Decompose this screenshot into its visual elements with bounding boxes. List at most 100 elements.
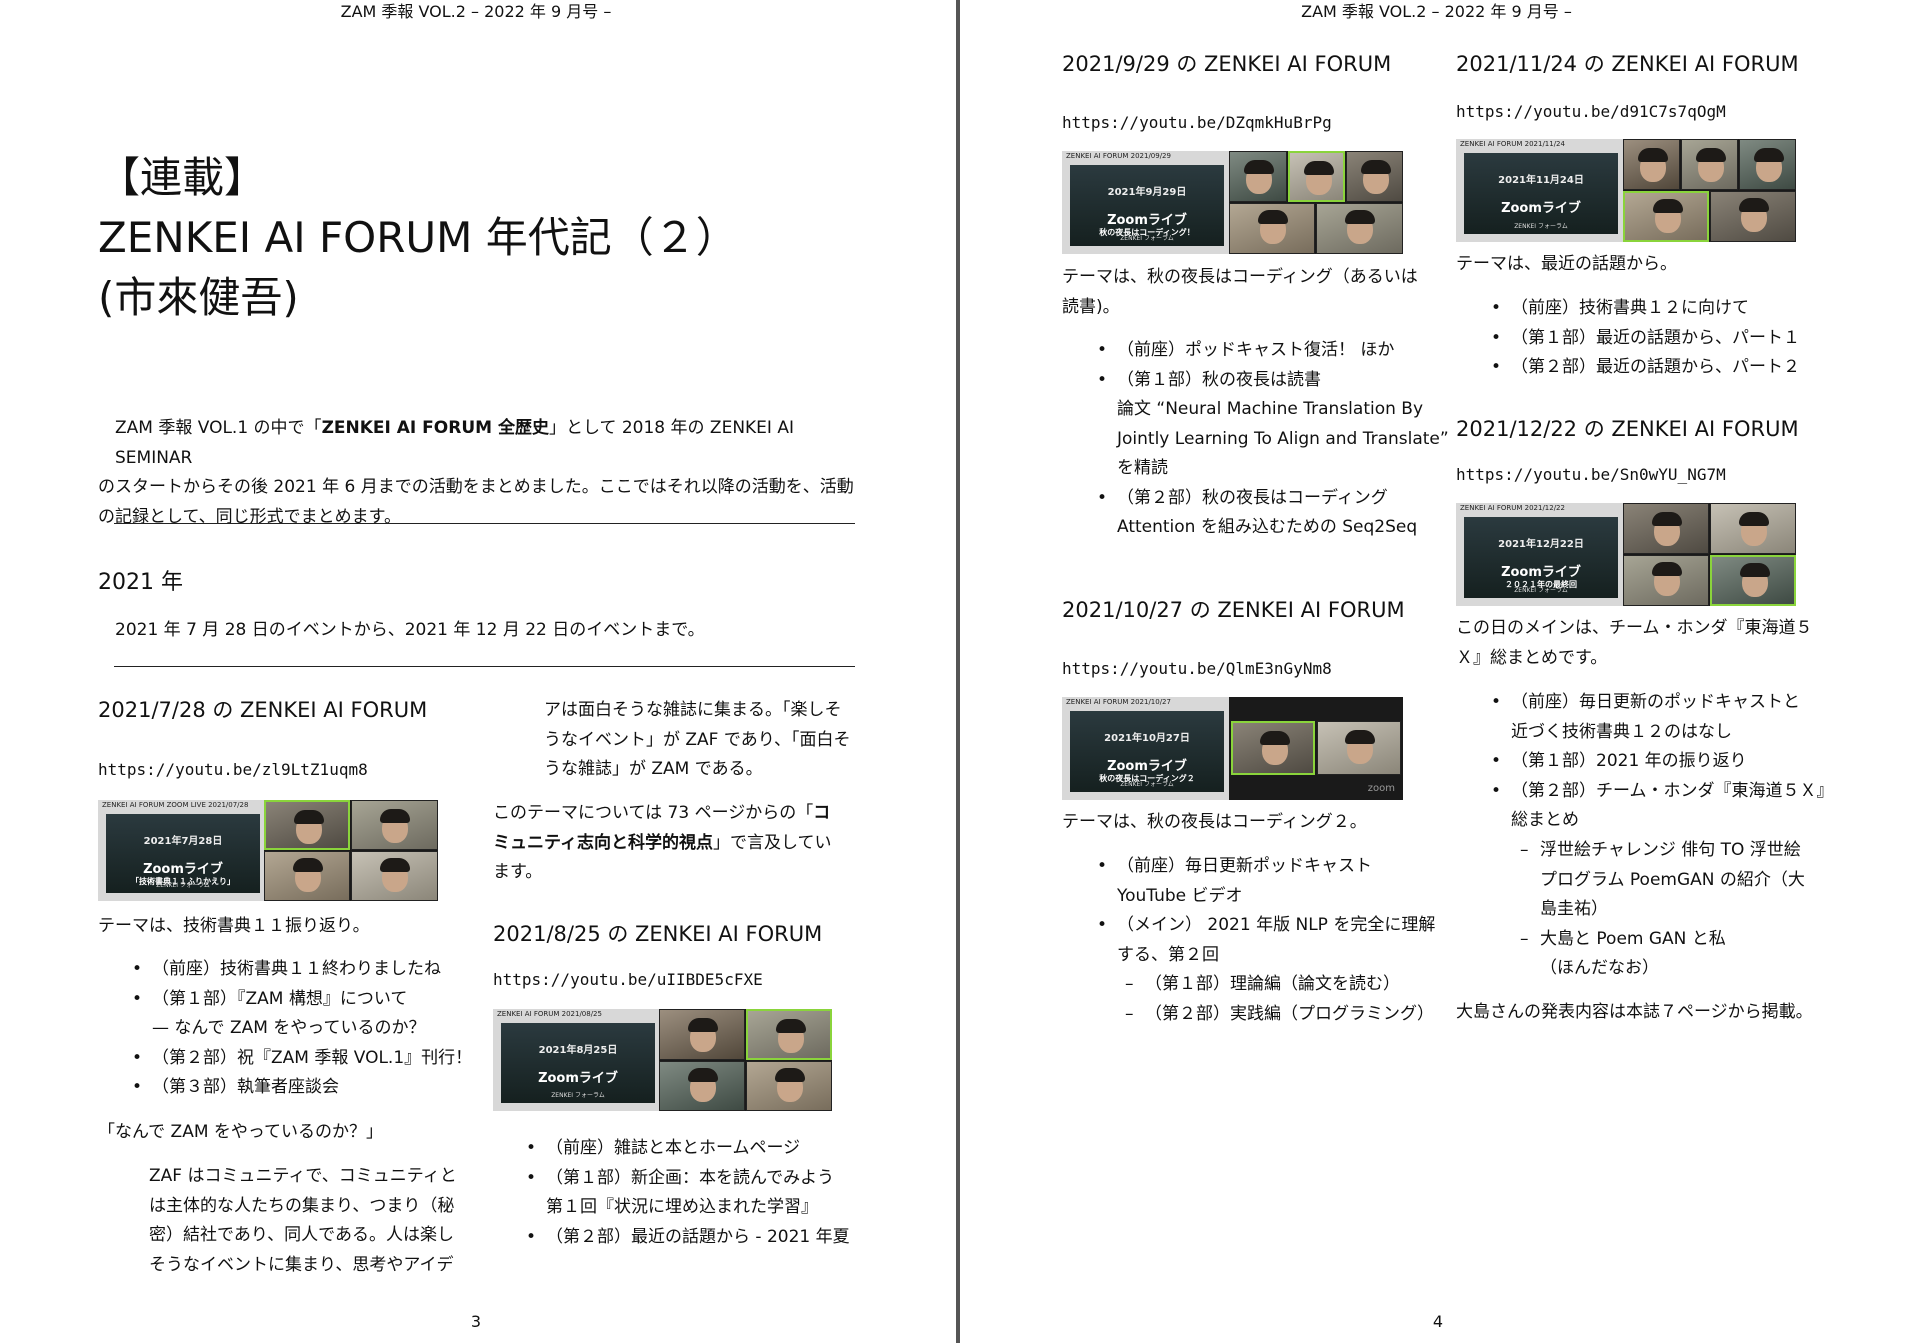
divider xyxy=(114,666,855,667)
participant-tile xyxy=(746,1061,832,1111)
zoom-gallery xyxy=(1623,139,1796,242)
participant-tile xyxy=(1623,555,1709,606)
participant-tile xyxy=(351,800,438,850)
participant-tile xyxy=(1288,151,1345,202)
quote-body: ZAF はコミュニティで、コミュニティと は主体的な人たちの集まり、つまり（秘 … xyxy=(149,1166,457,1275)
agenda-item: （第１部）2021 年の振り返り xyxy=(1491,747,1834,777)
agenda-item: （第２部）秋の夜長はコーディング xyxy=(1097,484,1449,514)
event-theme-20211124: テーマは、最近の話題から。 xyxy=(1456,254,1677,274)
agenda-item-cont: — なんで ZAM をやっているのか？ xyxy=(152,1018,426,1038)
title-series: 【連載】 xyxy=(98,153,267,202)
agenda-item: （第１部）『ZAM 構想』について xyxy=(132,985,472,1015)
event-url-20211222[interactable]: https://youtu.be/Sn0wYU_NG7M xyxy=(1456,465,1726,484)
title-slide: 2021年8月25日 Zoomライブ ZENKEI フォーラム xyxy=(501,1023,655,1103)
event-url-20210929[interactable]: https://youtu.be/DZqmkHuBrPg xyxy=(1062,113,1332,132)
event-url-20210825[interactable]: https://youtu.be/uIIBDE5cFXE xyxy=(493,970,763,989)
agenda-item-cont: 論文 “Neural Machine Translation By xyxy=(1117,399,1424,419)
running-header: ZAM 季報 VOL.2 – 2022 年 9 月号 – xyxy=(340,2,612,21)
agenda-list-20210825: （前座）雑誌と本とホームページ （第１部）新企画：本を読んでみよう 第１回『状況… xyxy=(526,1134,850,1252)
participant-tile xyxy=(1623,139,1680,190)
participant-tile xyxy=(1231,721,1315,775)
page-number: 3 xyxy=(470,1312,482,1331)
agenda-item-cont: 総まとめ xyxy=(1511,810,1579,830)
video-thumbnail-20211124[interactable]: ZENKEI AI FORUM 2021/11/24 2021年11月24日 Z… xyxy=(1456,139,1796,242)
agenda-sublist-20211027: （第１部）理論編（論文を読む） （第２部）実践編（プログラミング） xyxy=(1125,970,1434,1029)
participant-tile xyxy=(1623,503,1709,554)
agenda-list-20211222: （前座）毎日更新のポッドキャストと 近づく技術書典１２のはなし （第１部）202… xyxy=(1491,688,1834,836)
running-header: ZAM 季報 VOL.2 – 2022 年 9 月号 – xyxy=(1301,2,1572,21)
video-thumbnail-20210929[interactable]: ZENKEI AI FORUM 2021/09/29 2021年9月29日 Zo… xyxy=(1062,151,1403,254)
agenda-list-20211124: （前座）技術書典１２に向けて （第１部）最近の話題から、パート１ （第２部）最近… xyxy=(1491,294,1800,383)
event-heading-20211027: 2021/10/27 の ZENKEI AI FORUM xyxy=(1062,598,1405,622)
title-slide: 2021年9月29日 Zoomライブ 秋の夜長はコーディング！ ZENKEI フ… xyxy=(1070,165,1224,246)
page-gutter xyxy=(952,0,964,1343)
agenda-item: （前座）ポッドキャスト復活！ ほか xyxy=(1097,336,1449,366)
video-thumbnail-20211222[interactable]: ZENKEI AI FORUM 2021/12/22 2021年12月22日 Z… xyxy=(1456,503,1796,606)
video-thumbnail-20210825[interactable]: ZENKEI AI FORUM 2021/08/25 2021年8月25日 Zo… xyxy=(493,1009,832,1111)
year-description: 2021 年 7 月 28 日のイベントから、2021 年 12 月 22 日の… xyxy=(115,620,705,640)
page-3: ZAM 季報 VOL.2 – 2022 年 9 月号 – 【連載】 ZENKEI… xyxy=(0,0,952,1343)
quote-body-continued: アは面白そうな雑誌に集まる。「楽しそ うなイベント」が ZAF であり、「面白そ… xyxy=(544,700,851,779)
zoom-gallery xyxy=(1229,151,1403,254)
event-heading-20211124: 2021/11/24 の ZENKEI AI FORUM xyxy=(1456,52,1799,76)
agenda-subitem: 大島と Poem GAN と私 xyxy=(1520,925,1805,955)
agenda-list-20211027: （前座）毎日更新ポッドキャスト YouTube ビデオ （メイン） 2021 年… xyxy=(1097,852,1435,970)
participant-tile xyxy=(1317,721,1401,775)
event-url-20210728[interactable]: https://youtu.be/zl9LtZ1uqm8 xyxy=(98,760,368,779)
agenda-list-20210929: （前座）ポッドキャスト復活！ ほか （第１部）秋の夜長は読書 論文 “Neura… xyxy=(1097,336,1449,543)
agenda-item-cont: 第１回『状況に埋め込まれた学習』 xyxy=(546,1197,818,1217)
event-url-20211027[interactable]: https://youtu.be/QlmE3nGyNm8 xyxy=(1062,659,1332,678)
event-theme-20211222: この日のメインは、チーム・ホンダ『東海道５ Ｘ』総まとめです。 xyxy=(1456,618,1813,668)
event-theme-20210929: テーマは、秋の夜長はコーディング（あるいは 読書)。 xyxy=(1062,267,1418,317)
agenda-item: （前座）技術書典１１終わりましたね xyxy=(132,955,472,985)
participant-tile xyxy=(1681,139,1738,190)
agenda-item-cont: 近づく技術書典１２のはなし xyxy=(1511,721,1732,742)
participant-tile xyxy=(264,800,350,850)
title-slide: 2021年7月28日 Zoomライブ 「技術書典１１ふりかえり」 ZENKEI … xyxy=(106,814,260,893)
article-title: 【連載】 ZENKEI AI FORUM 年代記（２） (市來健吾) xyxy=(98,148,738,328)
agenda-item-cont: を精読 xyxy=(1117,458,1168,478)
year-heading: 2021 年 xyxy=(98,570,183,595)
agenda-item: （メイン） 2021 年版 NLP を完全に理解 xyxy=(1097,911,1435,941)
participant-tile xyxy=(1229,203,1315,254)
page-4: ZAM 季報 VOL.2 – 2022 年 9 月号 – 2021/9/29 の… xyxy=(964,0,1909,1343)
agenda-item: （第２部）祝『ZAM 季報 VOL.1』刊行！ xyxy=(132,1044,472,1074)
zoom-gallery xyxy=(1623,503,1796,606)
title-main: ZENKEI AI FORUM 年代記（２） xyxy=(98,213,738,262)
participant-tile xyxy=(351,851,438,901)
agenda-subitem-cont: 島圭祐） xyxy=(1540,899,1608,919)
video-thumbnail-20210728[interactable]: ZENKEI AI FORUM ZOOM LIVE 2021/07/28 202… xyxy=(98,800,438,901)
agenda-item: （第２部）最近の話題から、パート２ xyxy=(1491,353,1800,383)
agenda-item-cont: する、第２回 xyxy=(1117,944,1219,965)
participant-tile xyxy=(659,1061,745,1111)
event-heading-20210825: 2021/8/25 の ZENKEI AI FORUM xyxy=(493,922,823,946)
agenda-item-cont: Jointly Learning To Align and Translate” xyxy=(1117,428,1449,449)
participant-tile xyxy=(1710,555,1796,606)
agenda-item: （第３部）執筆者座談会 xyxy=(132,1073,472,1103)
agenda-item: （第１部）秋の夜長は読書 xyxy=(1097,366,1449,396)
event-heading-20210728: 2021/7/28 の ZENKEI AI FORUM xyxy=(98,698,428,722)
quote-heading: 「なんで ZAM をやっているのか？」 xyxy=(98,1122,384,1142)
agenda-item: （第１部）新企画：本を読んでみよう xyxy=(526,1164,850,1194)
event-url-20211124[interactable]: https://youtu.be/d91C7s7qOgM xyxy=(1456,102,1726,121)
event-heading-20210929: 2021/9/29 の ZENKEI AI FORUM xyxy=(1062,52,1392,76)
participant-tile xyxy=(1346,151,1403,202)
reference-paragraph: このテーマについては 73 ページからの「コ ミュニティ志向と科学的視点」で言及… xyxy=(493,803,832,882)
participant-tile xyxy=(1316,203,1403,254)
title-author: (市來健吾) xyxy=(98,273,299,322)
agenda-sublist-20211222: 浮世絵チャレンジ 俳句 TO 浮世絵 プログラム PoemGAN の紹介（大 島… xyxy=(1520,836,1805,984)
participant-tile xyxy=(1710,503,1796,554)
intro-paragraph: ZAM 季報 VOL.1 の中で「ZENKEI AI FORUM 全歴史」として… xyxy=(98,418,854,527)
agenda-item: （第２部）チーム・ホンダ『東海道５Ｘ』 xyxy=(1491,777,1834,807)
participant-tile xyxy=(1623,191,1709,242)
agenda-item: （前座）技術書典１２に向けて xyxy=(1491,294,1800,324)
intro-bold: ZENKEI AI FORUM 全歴史 xyxy=(321,418,549,438)
agenda-subitem: （第１部）理論編（論文を読む） xyxy=(1125,970,1434,1000)
agenda-subitem-cont: （ほんだなお） xyxy=(1540,958,1659,978)
agenda-item-cont: YouTube ビデオ xyxy=(1117,885,1243,906)
agenda-item: （前座）雑誌と本とホームページ xyxy=(526,1134,850,1164)
agenda-subitem-cont: プログラム PoemGAN の紹介（大 xyxy=(1540,869,1805,890)
closing-note: 大島さんの発表内容は本誌７ページから掲載。 xyxy=(1456,1002,1813,1022)
agenda-item: （第１部）最近の話題から、パート１ xyxy=(1491,324,1800,354)
video-thumbnail-20211027[interactable]: ZENKEI AI FORUM 2021/10/27 2021年10月27日 Z… xyxy=(1062,697,1403,800)
